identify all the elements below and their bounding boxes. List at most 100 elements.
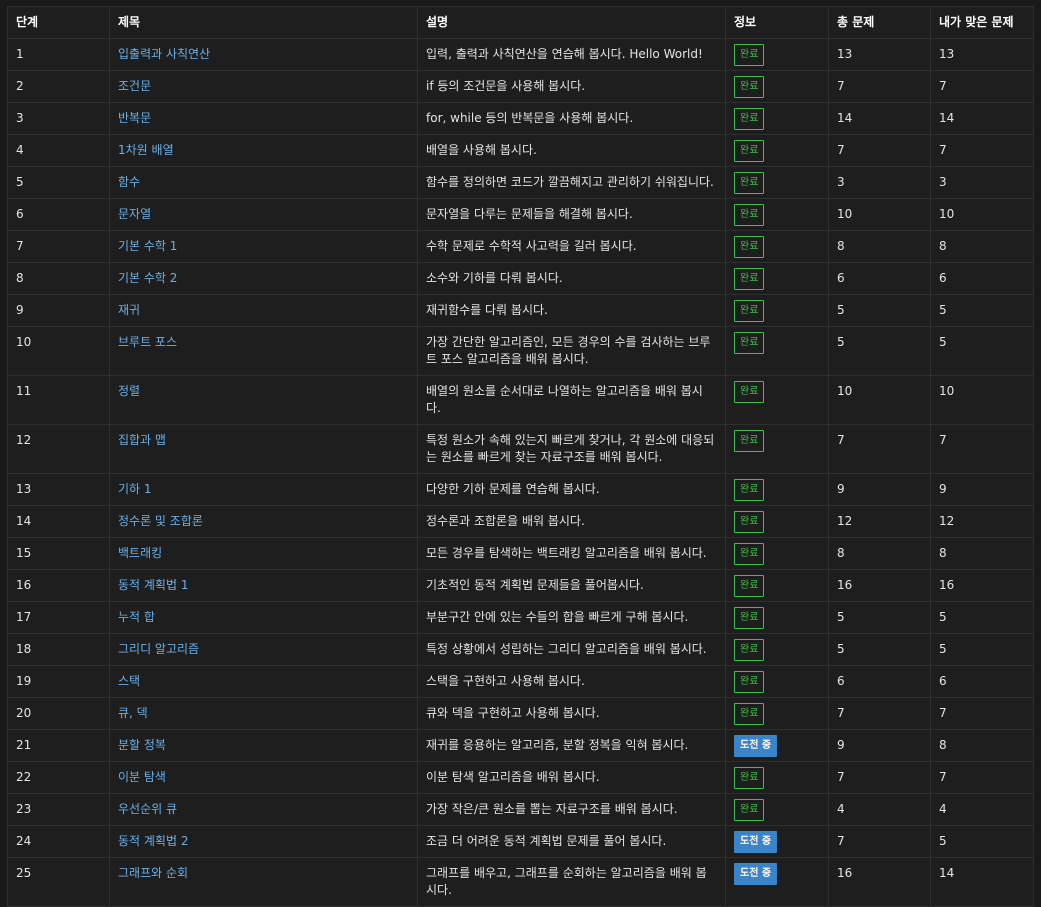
- step-number: 12: [7, 424, 110, 474]
- step-title-link[interactable]: 재귀: [118, 303, 140, 317]
- step-info-cell: 완료: [725, 505, 829, 538]
- step-title-link[interactable]: 스택: [118, 674, 140, 688]
- step-title-link[interactable]: 입출력과 사칙연산: [118, 47, 210, 61]
- header-description[interactable]: 설명: [417, 6, 726, 39]
- step-title-link[interactable]: 정렬: [118, 384, 140, 398]
- status-badge: 완료: [734, 300, 765, 322]
- step-number: 2: [7, 70, 110, 103]
- solved-problems: 10: [930, 375, 1034, 425]
- step-description: 재귀를 응용하는 알고리즘, 분할 정복을 익혀 봅시다.: [417, 729, 726, 762]
- total-problems: 8: [828, 230, 931, 263]
- table-row: 12 집합과 맵 특정 원소가 속해 있는지 빠르게 찾거나, 각 원소에 대응되는…: [7, 424, 1034, 474]
- step-number: 18: [7, 633, 110, 666]
- solved-problems: 14: [930, 102, 1034, 135]
- step-title-link[interactable]: 집합과 맵: [118, 433, 166, 447]
- step-number: 19: [7, 665, 110, 698]
- step-title-link[interactable]: 기본 수학 2: [118, 271, 177, 285]
- step-title-cell: 그래프와 순회: [109, 857, 418, 907]
- solved-problems: 7: [930, 134, 1034, 167]
- solved-problems: 14: [930, 857, 1034, 907]
- step-title-link[interactable]: 1차원 배열: [118, 143, 174, 157]
- status-badge: 완료: [734, 607, 765, 629]
- step-description: 모든 경우를 탐색하는 백트래킹 알고리즘을 배워 봅시다.: [417, 537, 726, 570]
- step-description: 조금 더 어려운 동적 계획법 문제를 풀어 봅시다.: [417, 825, 726, 858]
- step-title-link[interactable]: 기하 1: [118, 482, 152, 496]
- total-problems: 5: [828, 601, 931, 634]
- solved-problems: 8: [930, 537, 1034, 570]
- step-title-cell: 정수론 및 조합론: [109, 505, 418, 538]
- header-solved-problems[interactable]: 내가 맞은 문제: [930, 6, 1034, 39]
- status-badge: 완료: [734, 172, 765, 194]
- step-title-cell: 기하 1: [109, 473, 418, 506]
- step-description: 재귀함수를 다뤄 봅시다.: [417, 294, 726, 327]
- step-title-cell: 큐, 덱: [109, 697, 418, 730]
- step-number: 6: [7, 198, 110, 231]
- table-row: 1 입출력과 사칙연산 입력, 출력과 사칙연산을 연습해 봅시다. Hello W…: [7, 38, 1034, 71]
- step-title-link[interactable]: 그리디 알고리즘: [118, 642, 199, 656]
- step-title-link[interactable]: 이분 탐색: [118, 770, 166, 784]
- table-row: 21 분할 정복 재귀를 응용하는 알고리즘, 분할 정복을 익혀 봅시다. 도전 중…: [7, 729, 1034, 762]
- table-row: 17 누적 합 부분구간 안에 있는 수들의 합을 빠르게 구해 봅시다. 완료 5 5: [7, 601, 1034, 634]
- total-problems: 13: [828, 38, 931, 71]
- step-title-link[interactable]: 누적 합: [118, 610, 155, 624]
- step-number: 3: [7, 102, 110, 135]
- step-number: 15: [7, 537, 110, 570]
- status-badge: 완료: [734, 543, 765, 565]
- step-info-cell: 도전 중: [725, 857, 829, 907]
- step-description: 부분구간 안에 있는 수들의 합을 빠르게 구해 봅시다.: [417, 601, 726, 634]
- step-description: 가장 작은/큰 원소를 뽑는 자료구조를 배워 봅시다.: [417, 793, 726, 826]
- step-title-link[interactable]: 반복문: [118, 111, 151, 125]
- header-total-problems[interactable]: 총 문제: [828, 6, 931, 39]
- step-title-link[interactable]: 브루트 포스: [118, 335, 177, 349]
- header-title[interactable]: 제목: [109, 6, 418, 39]
- step-title-link[interactable]: 함수: [118, 175, 140, 189]
- step-number: 17: [7, 601, 110, 634]
- total-problems: 12: [828, 505, 931, 538]
- step-title-link[interactable]: 동적 계획법 1: [118, 578, 188, 592]
- step-title-link[interactable]: 조건문: [118, 79, 151, 93]
- step-title-link[interactable]: 백트래킹: [118, 546, 162, 560]
- step-info-cell: 완료: [725, 198, 829, 231]
- step-description: 특정 상황에서 성립하는 그리디 알고리즘을 배워 봅시다.: [417, 633, 726, 666]
- step-description: 그래프를 배우고, 그래프를 순회하는 알고리즘을 배워 봅시다.: [417, 857, 726, 907]
- step-title-cell: 동적 계획법 2: [109, 825, 418, 858]
- table-row: 20 큐, 덱 큐와 덱을 구현하고 사용해 봅시다. 완료 7 7: [7, 697, 1034, 730]
- step-number: 16: [7, 569, 110, 602]
- total-problems: 5: [828, 326, 931, 376]
- total-problems: 5: [828, 294, 931, 327]
- step-title-cell: 정렬: [109, 375, 418, 425]
- step-title-cell: 분할 정복: [109, 729, 418, 762]
- total-problems: 7: [828, 697, 931, 730]
- step-title-cell: 그리디 알고리즘: [109, 633, 418, 666]
- step-title-link[interactable]: 그래프와 순회: [118, 866, 188, 880]
- step-title-link[interactable]: 큐, 덱: [118, 706, 148, 720]
- table-row: 11 정렬 배열의 원소를 순서대로 나열하는 알고리즘을 배워 봅시다. 완료 10 1…: [7, 375, 1034, 425]
- solved-problems: 9: [930, 473, 1034, 506]
- step-description: 함수를 정의하면 코드가 깔끔해지고 관리하기 쉬워집니다.: [417, 166, 726, 199]
- step-title-link[interactable]: 우선순위 큐: [118, 802, 177, 816]
- step-info-cell: 완료: [725, 761, 829, 794]
- status-badge: 완료: [734, 76, 765, 98]
- step-info-cell: 완료: [725, 793, 829, 826]
- step-title-link[interactable]: 분할 정복: [118, 738, 166, 752]
- step-title-link[interactable]: 기본 수학 1: [118, 239, 177, 253]
- step-description: 정수론과 조합론을 배워 봅시다.: [417, 505, 726, 538]
- header-info[interactable]: 정보: [725, 6, 829, 39]
- header-step[interactable]: 단계: [7, 6, 110, 39]
- step-info-cell: 완료: [725, 473, 829, 506]
- step-description: 이분 탐색 알고리즘을 배워 봅시다.: [417, 761, 726, 794]
- step-title-link[interactable]: 동적 계획법 2: [118, 834, 188, 848]
- step-info-cell: 완료: [725, 102, 829, 135]
- step-title-link[interactable]: 문자열: [118, 207, 151, 221]
- status-badge: 완료: [734, 108, 765, 130]
- status-badge: 완료: [734, 381, 765, 403]
- status-badge: 완료: [734, 799, 765, 821]
- table-row: 7 기본 수학 1 수학 문제로 수학적 사고력을 길러 봅시다. 완료 8 8: [7, 230, 1034, 263]
- step-title-link[interactable]: 정수론 및 조합론: [118, 514, 203, 528]
- step-info-cell: 완료: [725, 230, 829, 263]
- step-info-cell: 완료: [725, 262, 829, 295]
- step-description: 큐와 덱을 구현하고 사용해 봅시다.: [417, 697, 726, 730]
- step-number: 25: [7, 857, 110, 907]
- step-title-cell: 기본 수학 2: [109, 262, 418, 295]
- table-row: 24 동적 계획법 2 조금 더 어려운 동적 계획법 문제를 풀어 봅시다. 도전 …: [7, 825, 1034, 858]
